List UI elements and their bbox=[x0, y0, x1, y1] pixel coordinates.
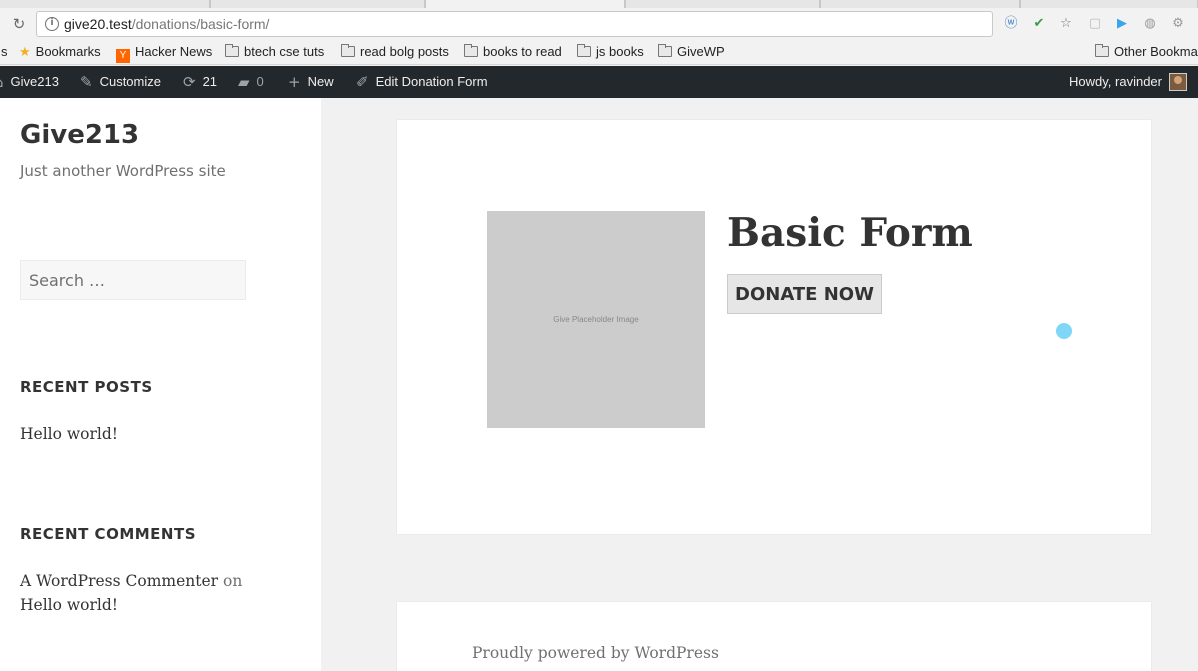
ycombinator-icon: Y bbox=[116, 49, 130, 63]
powered-by-link[interactable]: Proudly powered by WordPress bbox=[472, 644, 719, 662]
browser-tab[interactable] bbox=[210, 0, 425, 8]
folder-icon bbox=[341, 44, 355, 57]
settings-extension-icon[interactable]: ⚙ bbox=[1170, 16, 1186, 32]
bookmark-label: js books bbox=[596, 44, 644, 59]
form-featured-image: Give Placeholder Image bbox=[487, 211, 705, 428]
updates-icon: ⟳ bbox=[183, 73, 196, 91]
bookmark-label: GiveWP bbox=[677, 44, 725, 59]
bookmark-item[interactable]: s bbox=[1, 44, 8, 60]
howdy-label: Howdy, ravinder bbox=[1069, 74, 1162, 89]
admin-bar-customize[interactable]: ✎ Customize bbox=[80, 66, 161, 98]
browser-tab[interactable] bbox=[0, 0, 210, 8]
browser-tab-strip bbox=[0, 0, 1198, 8]
folder-icon bbox=[577, 44, 591, 57]
admin-bar-updates[interactable]: ⟳ 21 bbox=[183, 66, 217, 98]
admin-bar-edit-label: Edit Donation Form bbox=[375, 74, 488, 89]
url-path: /donations/basic-form/ bbox=[131, 16, 270, 32]
bookmark-label: btech cse tuts bbox=[244, 44, 325, 59]
cursor-highlight bbox=[1056, 323, 1072, 339]
bookmark-folder[interactable]: btech cse tuts bbox=[225, 44, 324, 60]
comment-post-link[interactable]: Hello world! bbox=[20, 596, 118, 614]
updates-count: 21 bbox=[202, 74, 218, 89]
bookmark-label: Other Bookma bbox=[1114, 44, 1198, 59]
globe-extension-icon[interactable]: ◍ bbox=[1142, 16, 1158, 32]
donation-form-card: Give Placeholder Image Basic Form DONATE… bbox=[397, 120, 1151, 534]
bookmark-label: books to read bbox=[483, 44, 562, 59]
recent-posts-title: RECENT POSTS bbox=[20, 378, 153, 396]
recent-post-link[interactable]: Hello world! bbox=[20, 425, 118, 443]
search-form bbox=[20, 260, 246, 300]
browser-tab[interactable] bbox=[1020, 0, 1198, 8]
browser-tab[interactable] bbox=[820, 0, 1020, 8]
admin-bar-customize-label: Customize bbox=[99, 74, 161, 89]
recent-comments-title: RECENT COMMENTS bbox=[20, 525, 197, 543]
admin-bar-new[interactable]: + New bbox=[288, 66, 334, 98]
home-icon: ⌂ bbox=[0, 66, 4, 98]
admin-bar-account[interactable]: Howdy, ravinder bbox=[1069, 66, 1162, 98]
wp-admin-bar: ⌂Give213 ✎Customize ⟳21 ▰0 +New ✐Edit Do… bbox=[0, 66, 1198, 98]
avatar[interactable] bbox=[1169, 73, 1187, 91]
bookmark-folder-other[interactable]: Other Bookma bbox=[1095, 44, 1198, 60]
comment-bubble-icon: ▰ bbox=[238, 73, 250, 91]
bookmark-star-icon[interactable]: ☆ bbox=[1058, 16, 1074, 32]
folder-icon bbox=[1095, 44, 1109, 57]
site-tagline: Just another WordPress site bbox=[20, 162, 226, 180]
main-content: Give Placeholder Image Basic Form DONATE… bbox=[321, 98, 1198, 671]
placeholder-image-label: Give Placeholder Image bbox=[553, 315, 639, 324]
admin-bar-site-label: Give213 bbox=[10, 74, 59, 89]
form-title: Basic Form bbox=[727, 210, 973, 256]
bookmark-folder[interactable]: GiveWP bbox=[658, 44, 725, 60]
admin-bar-new-label: New bbox=[307, 74, 334, 89]
browser-tab[interactable] bbox=[625, 0, 820, 8]
extension-square-icon[interactable]: ▢ bbox=[1087, 16, 1103, 32]
admin-bar-edit[interactable]: ✐ Edit Donation Form bbox=[356, 66, 488, 98]
site-title[interactable]: Give213 bbox=[20, 120, 139, 150]
bookmark-label: s bbox=[1, 44, 8, 59]
cast-extension-icon[interactable]: ▶ bbox=[1114, 16, 1130, 32]
bookmark-label: Bookmarks bbox=[35, 44, 101, 59]
folder-icon bbox=[464, 44, 478, 57]
bookmarks-bar: s ★ Bookmarks Y Hacker News btech cse tuts… bbox=[0, 40, 1198, 65]
bookmark-folder[interactable]: js books bbox=[577, 44, 644, 60]
url-host: give20.test bbox=[64, 16, 132, 32]
url-text[interactable]: give20.test/donations/basic-form/ bbox=[64, 16, 269, 32]
bookmark-folder[interactable]: books to read bbox=[464, 44, 562, 60]
comment-on-label: on bbox=[223, 572, 243, 590]
reload-icon[interactable]: ↻ bbox=[10, 15, 28, 33]
comments-count: 0 bbox=[256, 74, 264, 89]
browser-tab-active[interactable] bbox=[425, 0, 625, 8]
bookmark-item-hacker-news[interactable]: Y Hacker News bbox=[116, 44, 213, 63]
folder-icon bbox=[225, 44, 239, 57]
pencil-icon: ✐ bbox=[356, 73, 369, 91]
star-icon: ★ bbox=[19, 45, 31, 60]
search-input[interactable] bbox=[21, 261, 245, 299]
bookmark-label: read bolg posts bbox=[360, 44, 449, 59]
bookmark-folder[interactable]: read bolg posts bbox=[341, 44, 449, 60]
bookmark-label: Hacker News bbox=[135, 44, 213, 59]
info-icon[interactable]: i bbox=[45, 17, 59, 31]
recent-comment-line: A WordPress Commenter on bbox=[20, 572, 242, 590]
browser-toolbar: ↻ i give20.test/donations/basic-form/ ⓦ … bbox=[0, 8, 1198, 40]
paintbrush-icon: ✎ bbox=[80, 73, 93, 91]
admin-bar-site-name[interactable]: ⌂ Give213 bbox=[0, 66, 59, 98]
address-bar[interactable]: i give20.test/donations/basic-form/ bbox=[36, 11, 993, 37]
plus-icon: + bbox=[288, 73, 301, 91]
checkmark-extension-icon[interactable]: ✔ bbox=[1031, 16, 1047, 32]
wordpress-extension-icon[interactable]: ⓦ bbox=[1003, 16, 1019, 32]
sidebar: Give213 Just another WordPress site RECE… bbox=[0, 98, 321, 671]
admin-bar-comments[interactable]: ▰ 0 bbox=[238, 66, 264, 98]
site-footer: Proudly powered by WordPress bbox=[397, 602, 1151, 671]
bookmark-item-bookmarks[interactable]: ★ Bookmarks bbox=[19, 44, 101, 60]
comment-author-link[interactable]: A WordPress Commenter bbox=[20, 572, 218, 590]
folder-icon bbox=[658, 44, 672, 57]
donate-now-button[interactable]: DONATE NOW bbox=[727, 274, 882, 314]
